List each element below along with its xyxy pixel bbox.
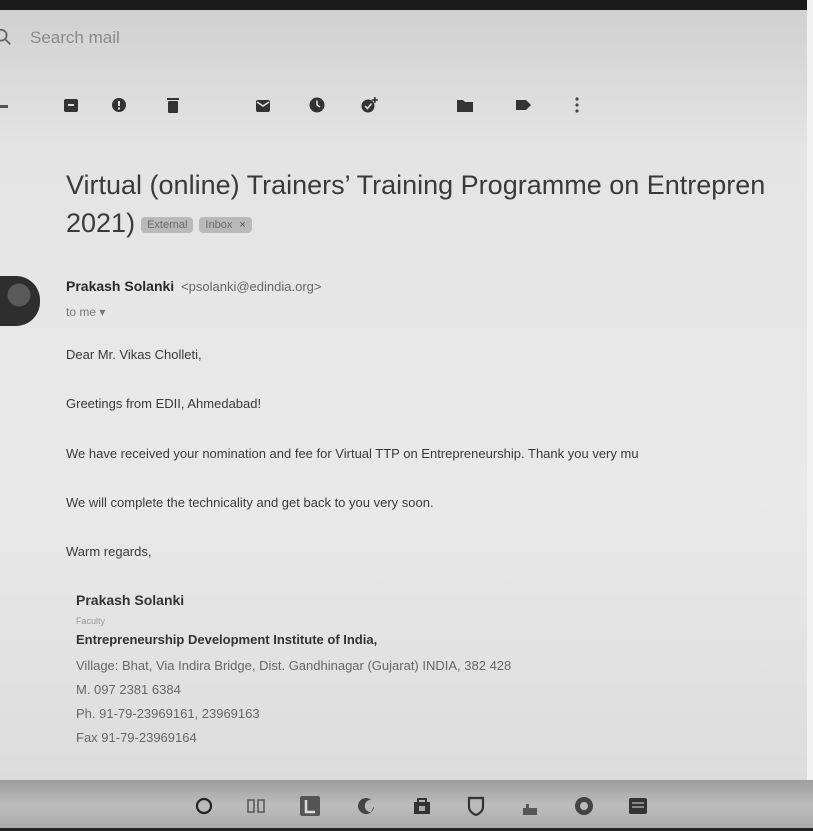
more-vert-icon[interactable] (564, 92, 590, 118)
app-l-icon[interactable] (296, 792, 324, 820)
label-remove-icon[interactable]: × (239, 219, 245, 231)
signature-name: Prakash Solanki (76, 592, 185, 608)
delete-icon[interactable] (160, 92, 186, 118)
signature-mobile: M. 097 2381 6384 (76, 682, 181, 697)
body-greeting: Dear Mr. Vikas Cholleti, (66, 347, 202, 362)
file-explorer-icon[interactable] (516, 792, 544, 820)
body-paragraph-2: We have received your nomination and fee… (66, 446, 639, 461)
back-arrow-icon[interactable] (0, 105, 8, 108)
search-icon[interactable] (0, 28, 12, 46)
body-closing: Warm regards, (66, 544, 152, 559)
label-external: External (141, 217, 194, 233)
snooze-icon[interactable] (304, 92, 330, 118)
add-task-icon[interactable] (356, 92, 382, 118)
label-external-text: External (147, 219, 188, 231)
email-subject: Virtual (online) Trainers’ Training Prog… (66, 170, 766, 200)
move-to-icon[interactable] (452, 92, 478, 118)
word-icon[interactable] (624, 792, 652, 820)
body-paragraph-3: We will complete the technicality and ge… (66, 495, 434, 510)
report-spam-icon[interactable] (106, 92, 132, 118)
mark-unread-icon[interactable] (250, 92, 276, 118)
body-paragraph-1: Greetings from EDII, Ahmedabad! (66, 396, 262, 411)
edge-browser-icon[interactable] (352, 792, 380, 820)
sender-name[interactable]: Prakash Solanki (66, 278, 174, 294)
os-taskbar (0, 780, 813, 831)
store-icon[interactable] (408, 792, 436, 820)
app-shield-icon[interactable] (462, 792, 490, 820)
label-inbox[interactable]: Inbox × (199, 217, 252, 233)
search-circle-icon[interactable] (190, 792, 218, 820)
label-inbox-text: Inbox (205, 219, 233, 231)
task-view-icon[interactable] (242, 792, 270, 820)
recipient-details-toggle[interactable]: to me ▾ (66, 305, 105, 319)
window-top-border (0, 0, 813, 10)
chrome-icon[interactable] (570, 792, 598, 820)
sender-avatar[interactable] (0, 276, 40, 326)
archive-icon[interactable] (58, 92, 84, 118)
sender-line: Prakash Solanki <psolanki@edindia.org> (66, 278, 321, 294)
signature-phone: Ph. 91-79-23969161, 23969163 (76, 706, 260, 721)
sender-email: <psolanki@edindia.org> (181, 279, 322, 294)
email-subject-line2: 2021) (66, 208, 136, 238)
gmail-screen: Search mail Virtual (online) Trainers’ T… (0, 0, 813, 831)
signature-address: Village: Bhat, Via Indira Bridge, Dist. … (76, 658, 512, 673)
email-subject-continued: 2021) External Inbox × (66, 204, 252, 242)
message-toolbar (0, 88, 813, 128)
signature-fax: Fax 91-79-23969164 (76, 730, 197, 745)
search-bar[interactable]: Search mail (0, 22, 813, 58)
signature-organization: Entrepreneurship Development Institute o… (76, 632, 378, 647)
signature-title: Faculty (76, 616, 106, 626)
search-input[interactable]: Search mail (30, 28, 120, 48)
labels-icon[interactable] (510, 92, 536, 118)
